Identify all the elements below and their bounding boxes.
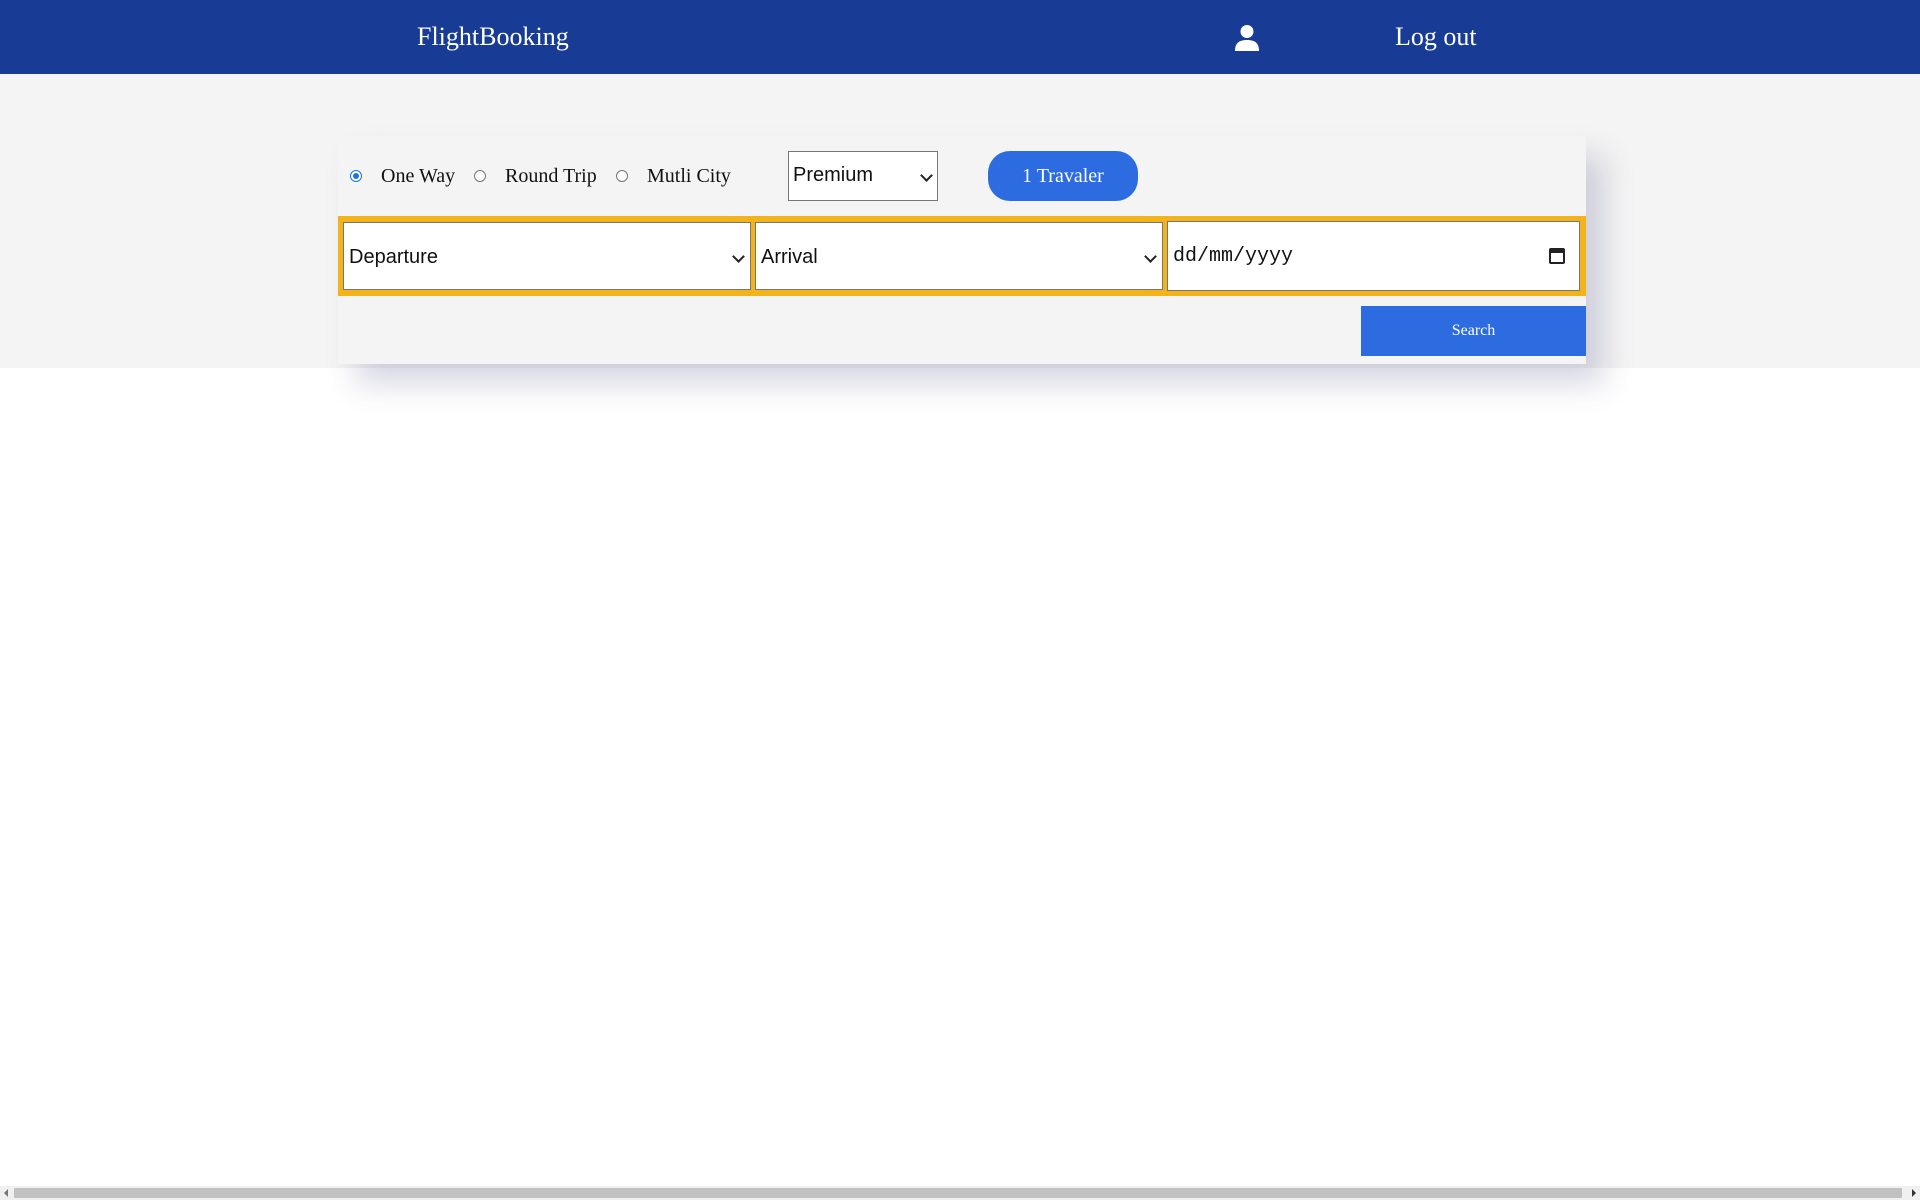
scroll-left-arrow-icon[interactable] bbox=[4, 1189, 8, 1197]
chevron-down-icon bbox=[1144, 250, 1157, 263]
trip-type-round-trip-label[interactable]: Round Trip bbox=[505, 163, 597, 189]
top-navbar: FlightBooking Log out bbox=[0, 0, 1920, 74]
travelers-button[interactable]: 1 Travaler bbox=[988, 151, 1138, 201]
trip-type-one-way-label[interactable]: One Way bbox=[381, 163, 455, 189]
horizontal-scrollbar[interactable] bbox=[0, 1186, 1920, 1200]
cabin-class-select[interactable]: Premium bbox=[788, 151, 938, 201]
trip-type-round-trip-radio[interactable] bbox=[474, 170, 486, 182]
cabin-class-value: Premium bbox=[793, 164, 874, 186]
trip-type-one-way-radio[interactable] bbox=[350, 170, 362, 182]
trip-type-multi-city-radio[interactable] bbox=[616, 170, 628, 182]
user-icon[interactable] bbox=[1234, 24, 1260, 52]
scrollbar-thumb[interactable] bbox=[14, 1188, 1902, 1198]
flight-search-panel: One Way Round Trip Mutli City Premium 1 … bbox=[338, 136, 1586, 364]
departure-date-input[interactable]: dd/mm/yyyy bbox=[1167, 221, 1580, 291]
chevron-down-icon bbox=[920, 169, 933, 182]
logout-link[interactable]: Log out bbox=[1395, 20, 1477, 54]
chevron-down-icon bbox=[732, 250, 745, 263]
arrival-select[interactable]: Arrival bbox=[755, 222, 1163, 290]
scroll-right-arrow-icon[interactable] bbox=[1912, 1189, 1916, 1197]
departure-select[interactable]: Departure bbox=[343, 222, 751, 290]
search-fields-box: Departure Arrival dd/mm/yyyy bbox=[338, 216, 1586, 296]
date-placeholder: dd/mm/yyyy bbox=[1173, 245, 1294, 268]
search-button[interactable]: Search bbox=[1361, 306, 1586, 356]
arrival-value: Arrival bbox=[761, 246, 818, 268]
brand-logo-text[interactable]: FlightBooking bbox=[417, 20, 569, 54]
departure-value: Departure bbox=[349, 246, 438, 268]
calendar-icon[interactable] bbox=[1549, 248, 1565, 264]
trip-type-multi-city-label[interactable]: Mutli City bbox=[647, 163, 731, 189]
